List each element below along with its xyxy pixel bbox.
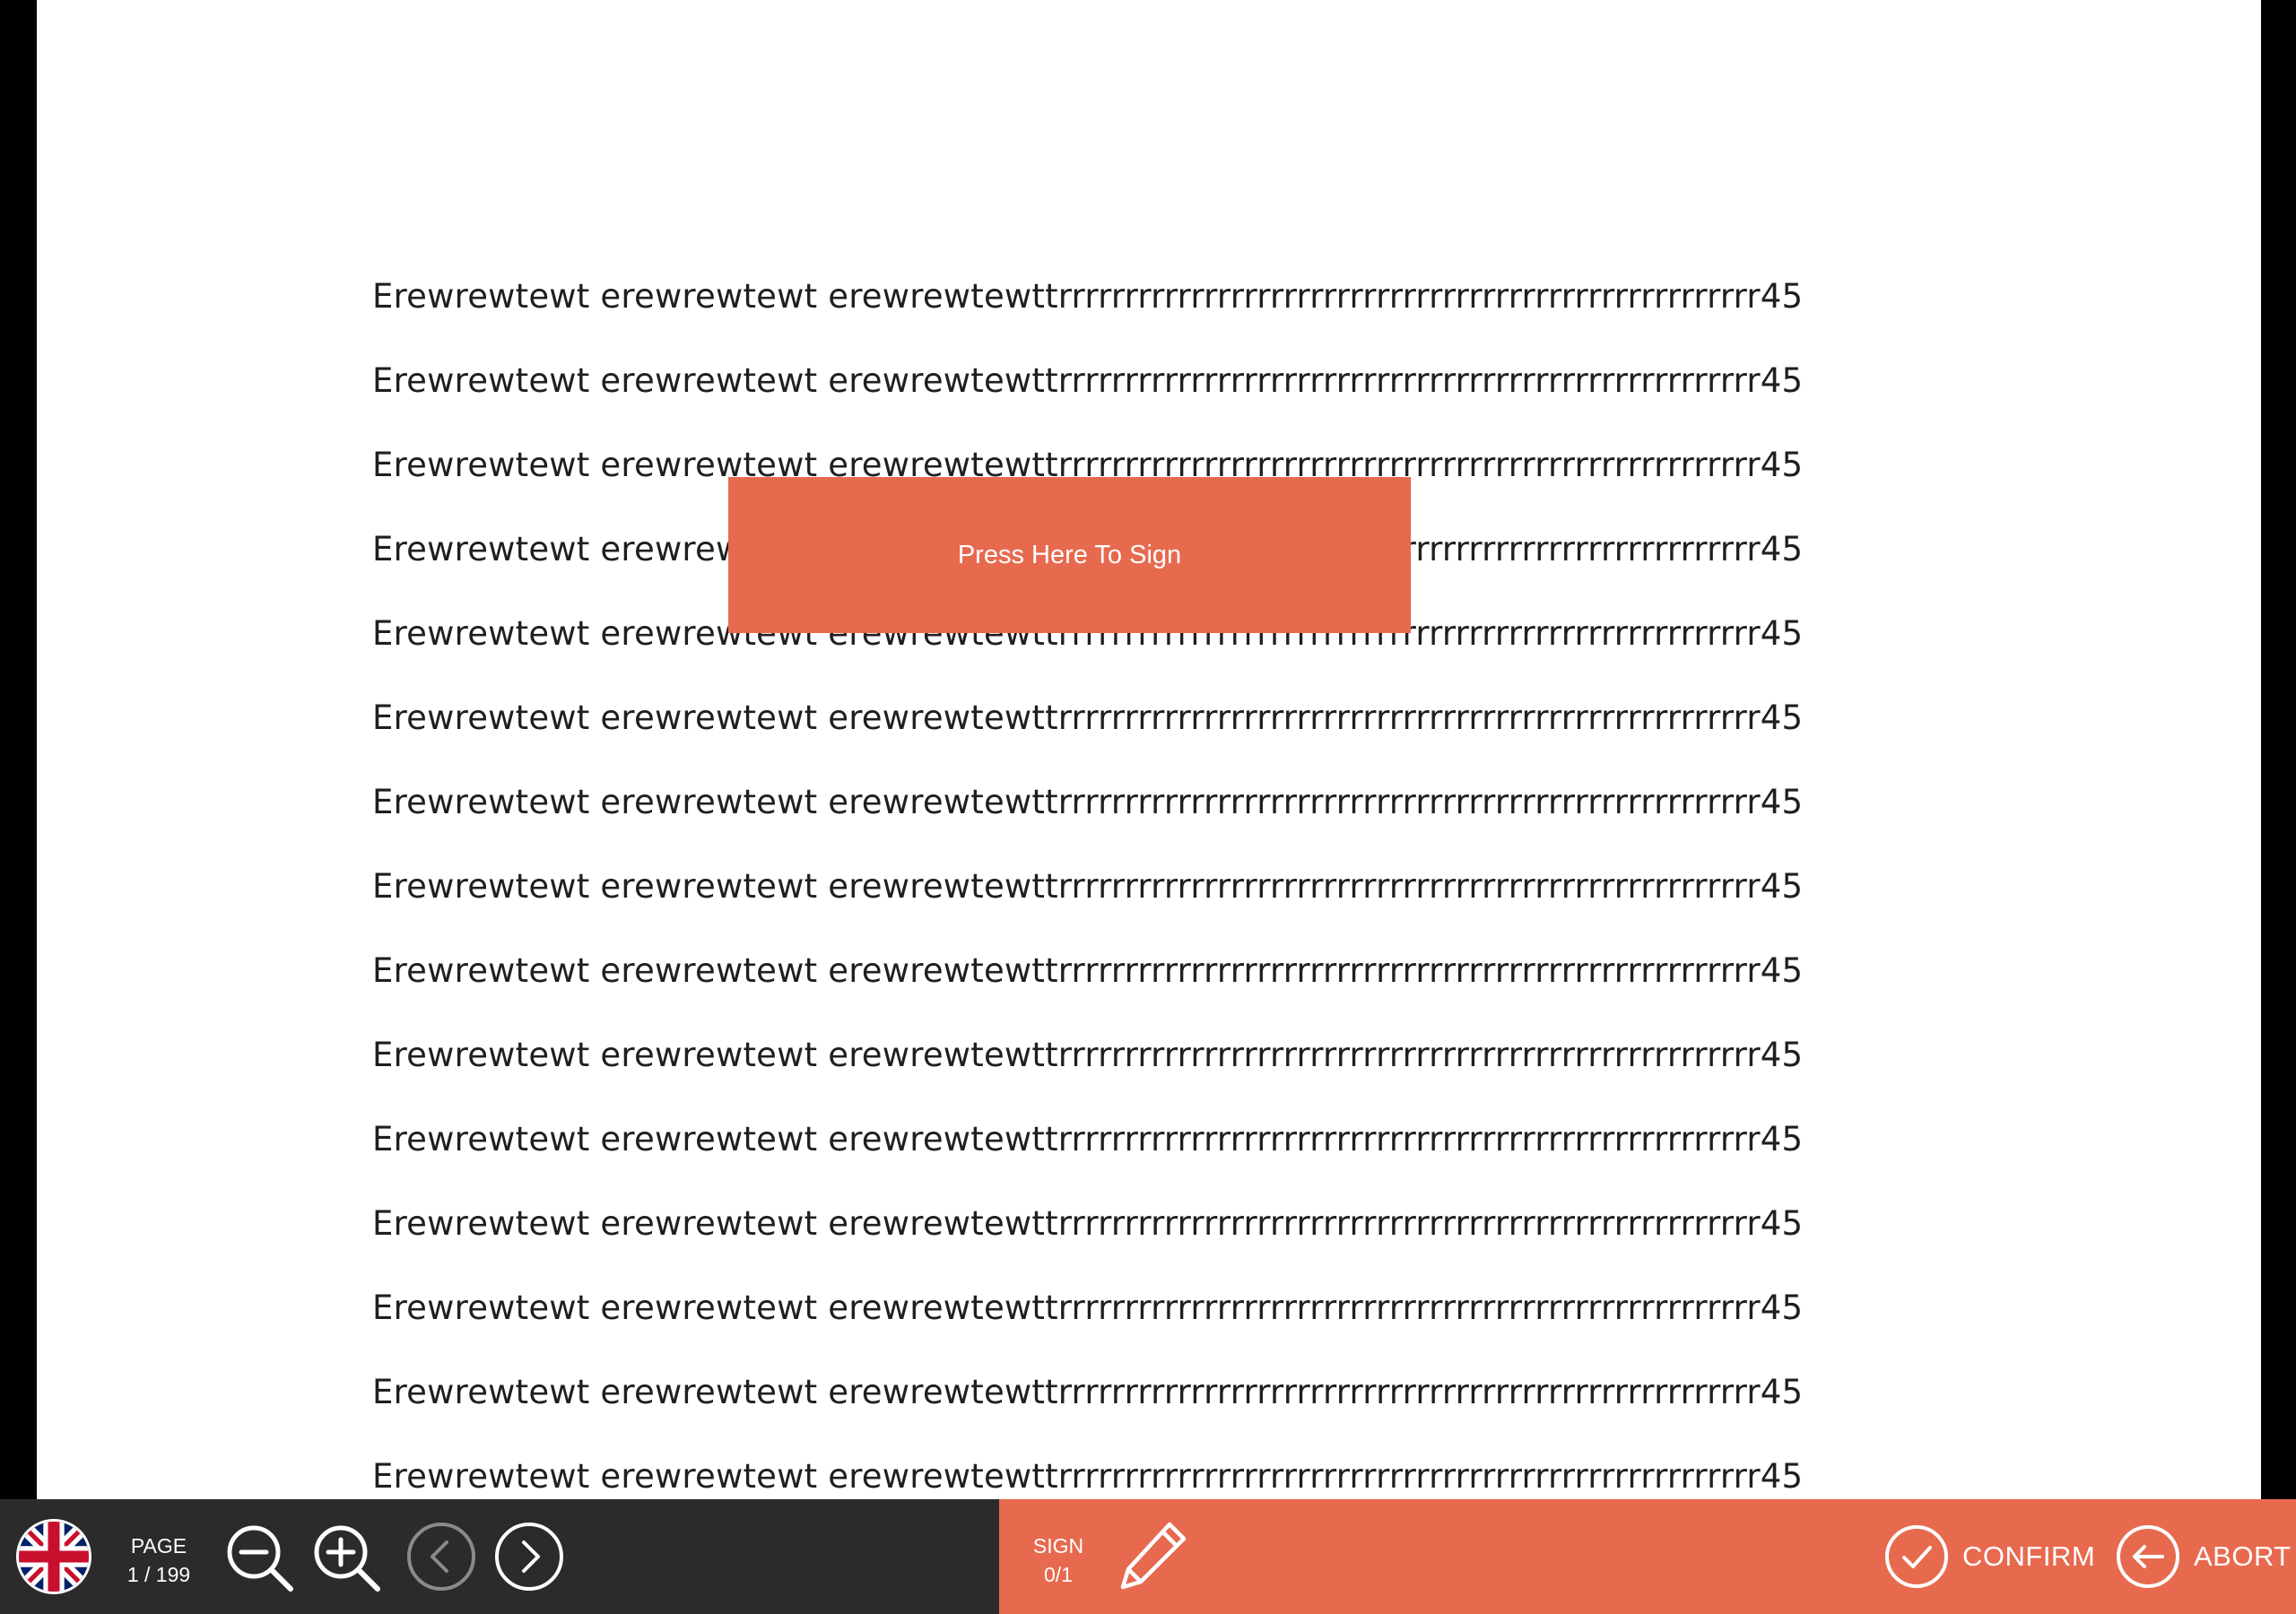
previous-page-button[interactable] [405,1521,477,1592]
page-indicator: PAGE 1 / 199 [117,1532,201,1589]
next-page-button[interactable] [493,1521,565,1592]
page-label: PAGE [130,1534,187,1558]
pen-icon [1120,1522,1187,1590]
document-line: Erewrewtewt erewrewtewt erewrewtewttrrrr… [372,867,1804,906]
sign-label: SIGN [1032,1534,1084,1558]
document-line: Erewrewtewt erewrewtewt erewrewtewttrrrr… [372,1289,1804,1327]
document-line: Erewrewtewt erewrewtewt erewrewtewttrrrr… [372,1373,1804,1411]
navigation-toolbar: PAGE 1 / 199 [0,1499,999,1614]
arrow-left-circle-icon [2117,1525,2179,1588]
document-line: Erewrewtewt erewrewtewt erewrewtewttrrrr… [372,1036,1804,1074]
sign-value: 0/1 [1044,1563,1073,1586]
check-circle-icon [1885,1525,1948,1588]
document-line: Erewrewtewt erewrewtewt erewrewtewttrrrr… [372,1204,1804,1243]
zoom-out-icon [227,1525,293,1592]
confirm-button[interactable]: CONFIRM [1883,1521,2108,1592]
chevron-left-icon [407,1523,475,1591]
document-line: Erewrewtewt erewrewtewt erewrewtewttrrrr… [372,1457,1804,1496]
zoom-in-icon [314,1525,380,1592]
document-page[interactable]: Erewrewtewt erewrewtewt erewrewtewttrrrr… [37,0,2261,1499]
chevron-right-icon [495,1523,563,1591]
sign-counter: SIGN 0/1 [1022,1532,1094,1589]
signature-field-label: Press Here To Sign [957,540,1182,569]
document-line: Erewrewtewt erewrewtewt erewrewtewttrrrr… [372,699,1804,737]
abort-button[interactable]: ABORT [2115,1521,2294,1592]
page-value: 1 / 199 [126,1563,191,1586]
document-line: Erewrewtewt erewrewtewt erewrewtewttrrrr… [372,361,1804,400]
document-line: Erewrewtewt erewrewtewt erewrewtewttrrrr… [372,277,1804,316]
document-viewer[interactable]: Erewrewtewt erewrewtewt erewrewtewttrrrr… [0,0,2296,1499]
uk-flag-icon [19,1522,89,1592]
bottom-toolbar: PAGE 1 / 199 SIGN 0/1 CONFIRM ABORT [0,1499,2296,1614]
document-text: Erewrewtewt erewrewtewt erewrewtewttrrrr… [372,266,1803,1499]
zoom-in-button[interactable] [309,1521,385,1596]
sign-pen-button[interactable] [1110,1517,1191,1598]
document-line: Erewrewtewt erewrewtewt erewrewtewttrrrr… [372,1120,1804,1158]
document-line: Erewrewtewt erewrewtewt erewrewtewttrrrr… [372,783,1804,821]
signature-field-button[interactable]: Press Here To Sign [728,477,1411,633]
document-line: Erewrewtewt erewrewtewt erewrewtewttrrrr… [372,951,1804,990]
language-button[interactable] [16,1519,91,1594]
confirm-label: CONFIRM [1962,1540,2096,1572]
abort-label: ABORT [2194,1540,2292,1572]
zoom-out-button[interactable] [222,1521,298,1596]
